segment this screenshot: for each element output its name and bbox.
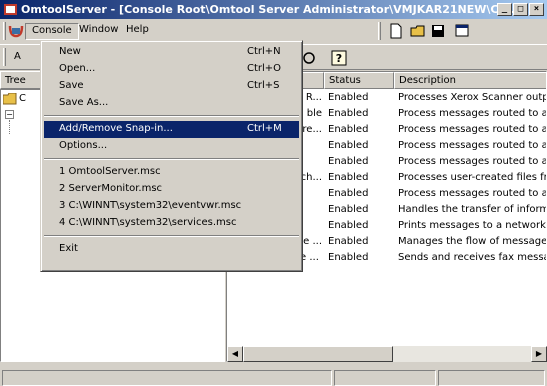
window-title: OmtoolServer - [Console Root\Omtool Serv… (21, 3, 519, 16)
cell-description: Process messages routed to a (398, 124, 547, 135)
action-menu-label[interactable]: A (14, 51, 21, 62)
tree-line (9, 120, 10, 134)
menu-item-shortcut: Ctrl+M (247, 123, 282, 134)
menu-help[interactable]: Help (120, 23, 155, 40)
menu-item-2-servermonitor-msc[interactable]: 2 ServerMonitor.msc (44, 181, 299, 198)
menu-separator (44, 115, 299, 117)
cell-status: Enabled (328, 108, 369, 119)
console-icon[interactable] (8, 23, 24, 39)
close-button[interactable]: × (529, 3, 544, 16)
app-icon[interactable] (3, 2, 18, 17)
menu-separator (44, 235, 299, 237)
menu-item-shortcut: Ctrl+O (247, 63, 282, 74)
menubar-grip[interactable] (3, 22, 6, 40)
menu-item-label: Options... (59, 140, 108, 151)
menu-item-save[interactable]: Save Ctrl+S (44, 78, 299, 95)
cell-description: Manages the flow of messages (398, 236, 547, 247)
column-header-status[interactable]: Status (324, 72, 394, 89)
scroll-left-button[interactable]: ◀ (227, 346, 243, 362)
open-folder-icon[interactable] (408, 22, 428, 40)
cell-status: Enabled (328, 92, 369, 103)
status-panel-1 (2, 370, 332, 386)
help-icon[interactable]: ? (330, 49, 348, 67)
cell-status: Enabled (328, 252, 369, 263)
menu-item-new[interactable]: New Ctrl+N (44, 44, 299, 61)
menu-item-shortcut: Ctrl+N (247, 46, 281, 57)
menu-item-label: Save (59, 80, 84, 91)
cell-status: Enabled (328, 188, 369, 199)
menu-item-add-remove-snap-in[interactable]: Add/Remove Snap-in... Ctrl+M (44, 121, 299, 138)
menu-item-label: Save As... (59, 97, 109, 108)
folder-icon (3, 93, 17, 105)
tree-expander[interactable]: − (5, 110, 14, 119)
menu-bar: Console Window Help _ ▫ × (0, 20, 547, 57)
console-menu-dropdown: New Ctrl+N Open... Ctrl+O Save Ctrl+S Save As.… (40, 40, 303, 272)
menu-item-3-c-winnt-system32-eventvwr-msc[interactable]: 3 C:\WINNT\system32\eventvwr.msc (44, 198, 299, 215)
action-toolbar-grip[interactable] (3, 48, 6, 66)
menu-console[interactable]: Console (25, 23, 79, 40)
status-panel-2 (334, 370, 436, 386)
cell-description: Process messages routed to a (398, 140, 547, 151)
cell-status: Enabled (328, 124, 369, 135)
column-header-status-label: Status (329, 75, 361, 86)
menu-console-label: Console (32, 25, 72, 36)
tree-tab-label: Tree (5, 75, 26, 86)
menu-item-label: Open... (59, 63, 96, 74)
status-bar (0, 368, 547, 386)
status-panel-3 (438, 370, 545, 386)
menu-item-save-as[interactable]: Save As... (44, 95, 299, 112)
menu-item-label: 4 C:\WINNT\system32\services.msc (59, 217, 237, 228)
cell-status: Enabled (328, 172, 369, 183)
cell-description: Sends and receives fax messa (398, 252, 547, 263)
cell-description: Process messages routed to a (398, 108, 547, 119)
minimize-button[interactable]: _ (497, 3, 512, 16)
new-window-icon[interactable] (452, 22, 472, 40)
column-header-description[interactable]: Description (394, 72, 546, 89)
column-header-description-label: Description (399, 75, 456, 86)
new-document-icon[interactable] (386, 22, 406, 40)
cell-description: Process messages routed to a (398, 156, 547, 167)
cell-status: Enabled (328, 140, 369, 151)
scroll-right-button[interactable]: ▶ (531, 346, 547, 362)
menu-item-4-c-winnt-system32-services-msc[interactable]: 4 C:\WINNT\system32\services.msc (44, 215, 299, 232)
cell-description: Process messages routed to a (398, 188, 547, 199)
maximize-button[interactable]: □ (513, 3, 528, 16)
menu-item-options[interactable]: Options... (44, 138, 299, 155)
menu-item-label: 3 C:\WINNT\system32\eventvwr.msc (59, 200, 242, 211)
menu-item-label: 2 ServerMonitor.msc (59, 183, 163, 194)
menu-item-label: 1 OmtoolServer.msc (59, 166, 161, 177)
menu-item-shortcut: Ctrl+S (247, 80, 280, 91)
title-bar[interactable]: OmtoolServer - [Console Root\Omtool Serv… (0, 0, 547, 19)
menu-separator (44, 158, 299, 160)
menu-help-label: Help (126, 24, 149, 35)
scroll-thumb[interactable] (243, 346, 393, 362)
menu-item-label: Add/Remove Snap-in... (59, 123, 173, 134)
horizontal-scrollbar[interactable]: ◀ ▶ (227, 346, 547, 362)
menu-item-label: Exit (59, 243, 78, 254)
cell-status: Enabled (328, 236, 369, 247)
menu-item-exit[interactable]: Exit (44, 241, 299, 258)
menu-item-1-omtoolserver-msc[interactable]: 1 OmtoolServer.msc (44, 164, 299, 181)
menu-item-open[interactable]: Open... Ctrl+O (44, 61, 299, 78)
menu-window[interactable]: Window (73, 23, 124, 40)
cell-description: Processes user-created files fr (398, 172, 547, 183)
cell-status: Enabled (328, 220, 369, 231)
svg-text:?: ? (336, 52, 342, 65)
save-icon[interactable] (428, 22, 448, 40)
cell-status: Enabled (328, 156, 369, 167)
menu-window-label: Window (79, 24, 119, 35)
cell-status: Enabled (328, 204, 369, 215)
cell-description: Processes Xerox Scanner outp (398, 92, 547, 103)
cell-description: Prints messages to a network (398, 220, 546, 231)
toolbar-grip[interactable] (378, 22, 381, 40)
cell-description: Handles the transfer of inform (398, 204, 547, 215)
menu-item-label: New (59, 46, 81, 57)
tree-root-label[interactable]: C (19, 93, 26, 104)
